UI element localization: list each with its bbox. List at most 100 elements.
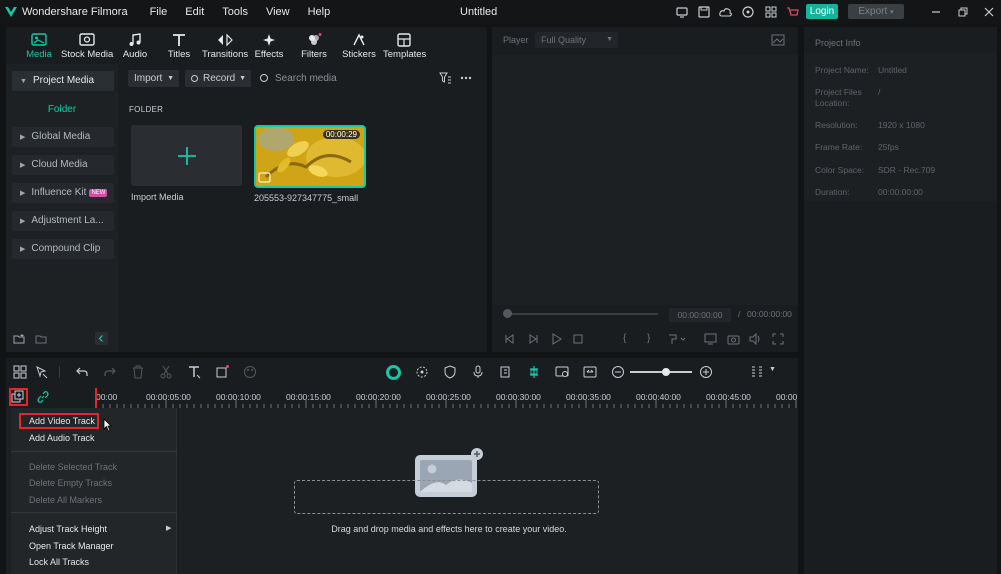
menu-edit[interactable]: Edit	[185, 6, 204, 18]
current-time[interactable]: 00:00:00:00	[669, 308, 731, 322]
menu-item-delete-empty-tracks[interactable]: Delete Empty Tracks	[29, 478, 112, 488]
save-icon[interactable]	[696, 4, 712, 20]
ai-feature-icon[interactable]	[386, 365, 401, 380]
snap-magnet-icon[interactable]	[527, 365, 541, 379]
sidebar-item-cloud-media[interactable]: ▶ Cloud Media	[12, 155, 114, 175]
sidebar-item-global-media[interactable]: ▶ Global Media	[12, 127, 114, 147]
snapshot-image-icon[interactable]	[771, 34, 785, 46]
layout-grid-icon[interactable]	[13, 365, 27, 379]
menu-item-delete-all-markers[interactable]: Delete All Markers	[29, 495, 102, 505]
sidebar-item-influence-kit[interactable]: ▶ Influence Kit NEW	[12, 183, 114, 203]
zoom-slider-handle[interactable]	[662, 368, 670, 376]
close-icon[interactable]	[981, 4, 997, 20]
play-icon[interactable]	[550, 333, 562, 345]
record-dropdown[interactable]: Record ▼	[185, 70, 251, 87]
filter-sort-icon[interactable]	[439, 72, 452, 84]
tab-effects[interactable]: Effects	[252, 29, 286, 63]
menu-item-delete-selected-track[interactable]: Delete Selected Track	[29, 462, 117, 472]
drop-zone[interactable]	[294, 480, 599, 514]
tab-filters[interactable]: Filters	[298, 29, 330, 63]
folder-icon[interactable]	[35, 333, 47, 345]
transitions-icon	[218, 33, 233, 47]
zoom-slider[interactable]	[630, 371, 692, 373]
link-icon[interactable]	[36, 390, 50, 404]
shield-marker-icon[interactable]	[443, 365, 457, 379]
more-options-icon[interactable]	[460, 72, 472, 84]
sidebar-folder[interactable]: Folder	[6, 104, 118, 115]
crop-icon[interactable]	[215, 365, 229, 379]
menu-item-open-track-manager[interactable]: Open Track Manager	[29, 541, 114, 551]
search-box[interactable]: Search media	[260, 70, 337, 87]
menu-help[interactable]: Help	[308, 6, 331, 18]
cart-icon[interactable]	[785, 4, 801, 20]
camera-snapshot-icon[interactable]	[727, 333, 740, 345]
filmora-logo-icon	[5, 7, 17, 17]
split-scissors-icon[interactable]	[159, 365, 173, 379]
collapse-sidebar-button[interactable]	[95, 332, 108, 345]
chevron-down-icon[interactable]: ▼	[769, 366, 776, 373]
sidebar-item-project-media[interactable]: ▼ Project Media	[12, 71, 114, 91]
scrubber-handle[interactable]	[503, 309, 512, 318]
restore-icon[interactable]	[955, 4, 971, 20]
zoom-out-icon[interactable]	[611, 365, 625, 379]
new-folder-icon[interactable]	[13, 333, 25, 345]
headset-icon[interactable]	[740, 4, 756, 20]
import-dropdown[interactable]: Import ▼	[128, 70, 179, 87]
playhead[interactable]	[95, 388, 97, 408]
tab-audio[interactable]: Audio	[117, 29, 153, 63]
menu-tools[interactable]: Tools	[222, 6, 248, 18]
menu-view[interactable]: View	[266, 6, 290, 18]
timeline-ruler[interactable]: 00:00 00:00:05:00 00:00:10:00 00:00:15:0…	[6, 386, 798, 408]
auto-fit-icon[interactable]	[555, 365, 569, 379]
text-tool-icon[interactable]	[187, 365, 201, 379]
tab-label: Audio	[122, 49, 148, 60]
next-frame-icon[interactable]	[527, 333, 539, 345]
previous-frame-icon[interactable]	[504, 333, 516, 345]
preview-area[interactable]	[492, 55, 798, 305]
minimize-icon[interactable]	[928, 4, 944, 20]
menu-item-lock-all-tracks[interactable]: Lock All Tracks	[29, 557, 89, 567]
volume-icon[interactable]	[749, 333, 762, 345]
login-button[interactable]: Login	[806, 4, 838, 19]
menu-item-add-video-track[interactable]: Add Video Track	[29, 416, 95, 426]
tab-label: Filters	[301, 49, 327, 60]
fullscreen-icon[interactable]	[772, 333, 784, 345]
render-preview-icon[interactable]	[415, 365, 429, 379]
monitor-icon[interactable]	[674, 4, 690, 20]
menu-file[interactable]: File	[150, 6, 168, 18]
voiceover-icon[interactable]	[499, 365, 513, 379]
search-input[interactable]: Search media	[275, 73, 337, 84]
menu-separator	[11, 451, 177, 452]
microphone-icon[interactable]	[471, 365, 485, 379]
delete-icon[interactable]	[131, 365, 145, 379]
undo-icon[interactable]	[75, 365, 89, 379]
menu-item-add-audio-track[interactable]: Add Audio Track	[29, 433, 95, 443]
zoom-in-icon[interactable]	[699, 365, 713, 379]
tab-titles[interactable]: Titles	[161, 29, 197, 63]
select-tool-icon[interactable]	[35, 365, 49, 379]
tab-media[interactable]: Media	[18, 29, 60, 63]
tab-stickers[interactable]: Stickers	[340, 29, 378, 63]
mark-in-icon[interactable]: {	[623, 333, 626, 344]
apps-grid-icon[interactable]	[763, 4, 779, 20]
fit-timeline-icon[interactable]	[583, 365, 597, 379]
tab-templates[interactable]: Templates	[383, 29, 426, 63]
cloud-upload-icon[interactable]	[718, 4, 734, 20]
display-settings-icon[interactable]	[704, 333, 717, 345]
marker-dropdown-icon[interactable]	[667, 333, 687, 345]
color-palette-icon[interactable]	[243, 365, 257, 379]
quality-dropdown[interactable]: Full Quality ▼	[535, 32, 618, 48]
playback-scrubber[interactable]	[506, 313, 658, 315]
tab-transitions[interactable]: Transitions	[202, 29, 248, 63]
redo-icon[interactable]	[103, 365, 117, 379]
tab-stock-media[interactable]: Stock Media	[61, 29, 113, 63]
track-layout-icon[interactable]	[750, 365, 764, 379]
sidebar-item-adjustment-layer[interactable]: ▶ Adjustment La...	[12, 211, 114, 231]
export-button[interactable]: Export ▾	[848, 4, 904, 19]
mark-out-icon[interactable]: }	[647, 333, 650, 344]
menu-item-adjust-track-height[interactable]: Adjust Track Height	[29, 524, 107, 534]
import-media-card[interactable]	[131, 125, 242, 186]
media-clip-thumbnail[interactable]: 00:00:29	[254, 125, 366, 188]
sidebar-item-compound-clip[interactable]: ▶ Compound Clip	[12, 239, 114, 259]
stop-icon[interactable]	[572, 333, 584, 345]
